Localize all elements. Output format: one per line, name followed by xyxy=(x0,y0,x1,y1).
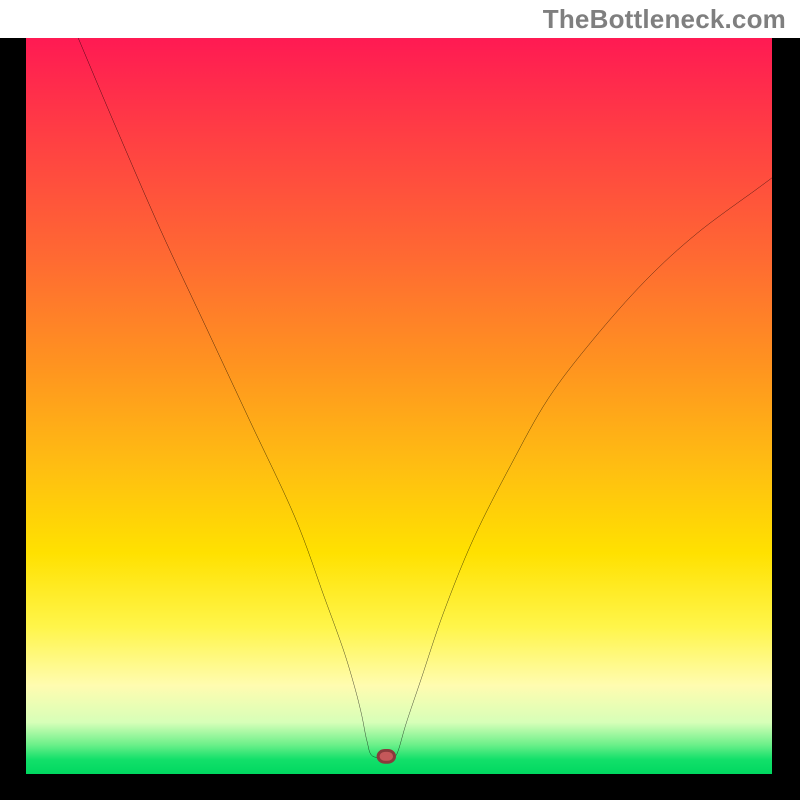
watermark-text: TheBottleneck.com xyxy=(543,4,786,35)
optimum-marker xyxy=(378,750,394,762)
watermark-band: TheBottleneck.com xyxy=(0,0,800,38)
curve-path xyxy=(78,38,772,757)
chart-frame: TheBottleneck.com xyxy=(0,0,800,800)
bottleneck-curve xyxy=(26,38,772,774)
